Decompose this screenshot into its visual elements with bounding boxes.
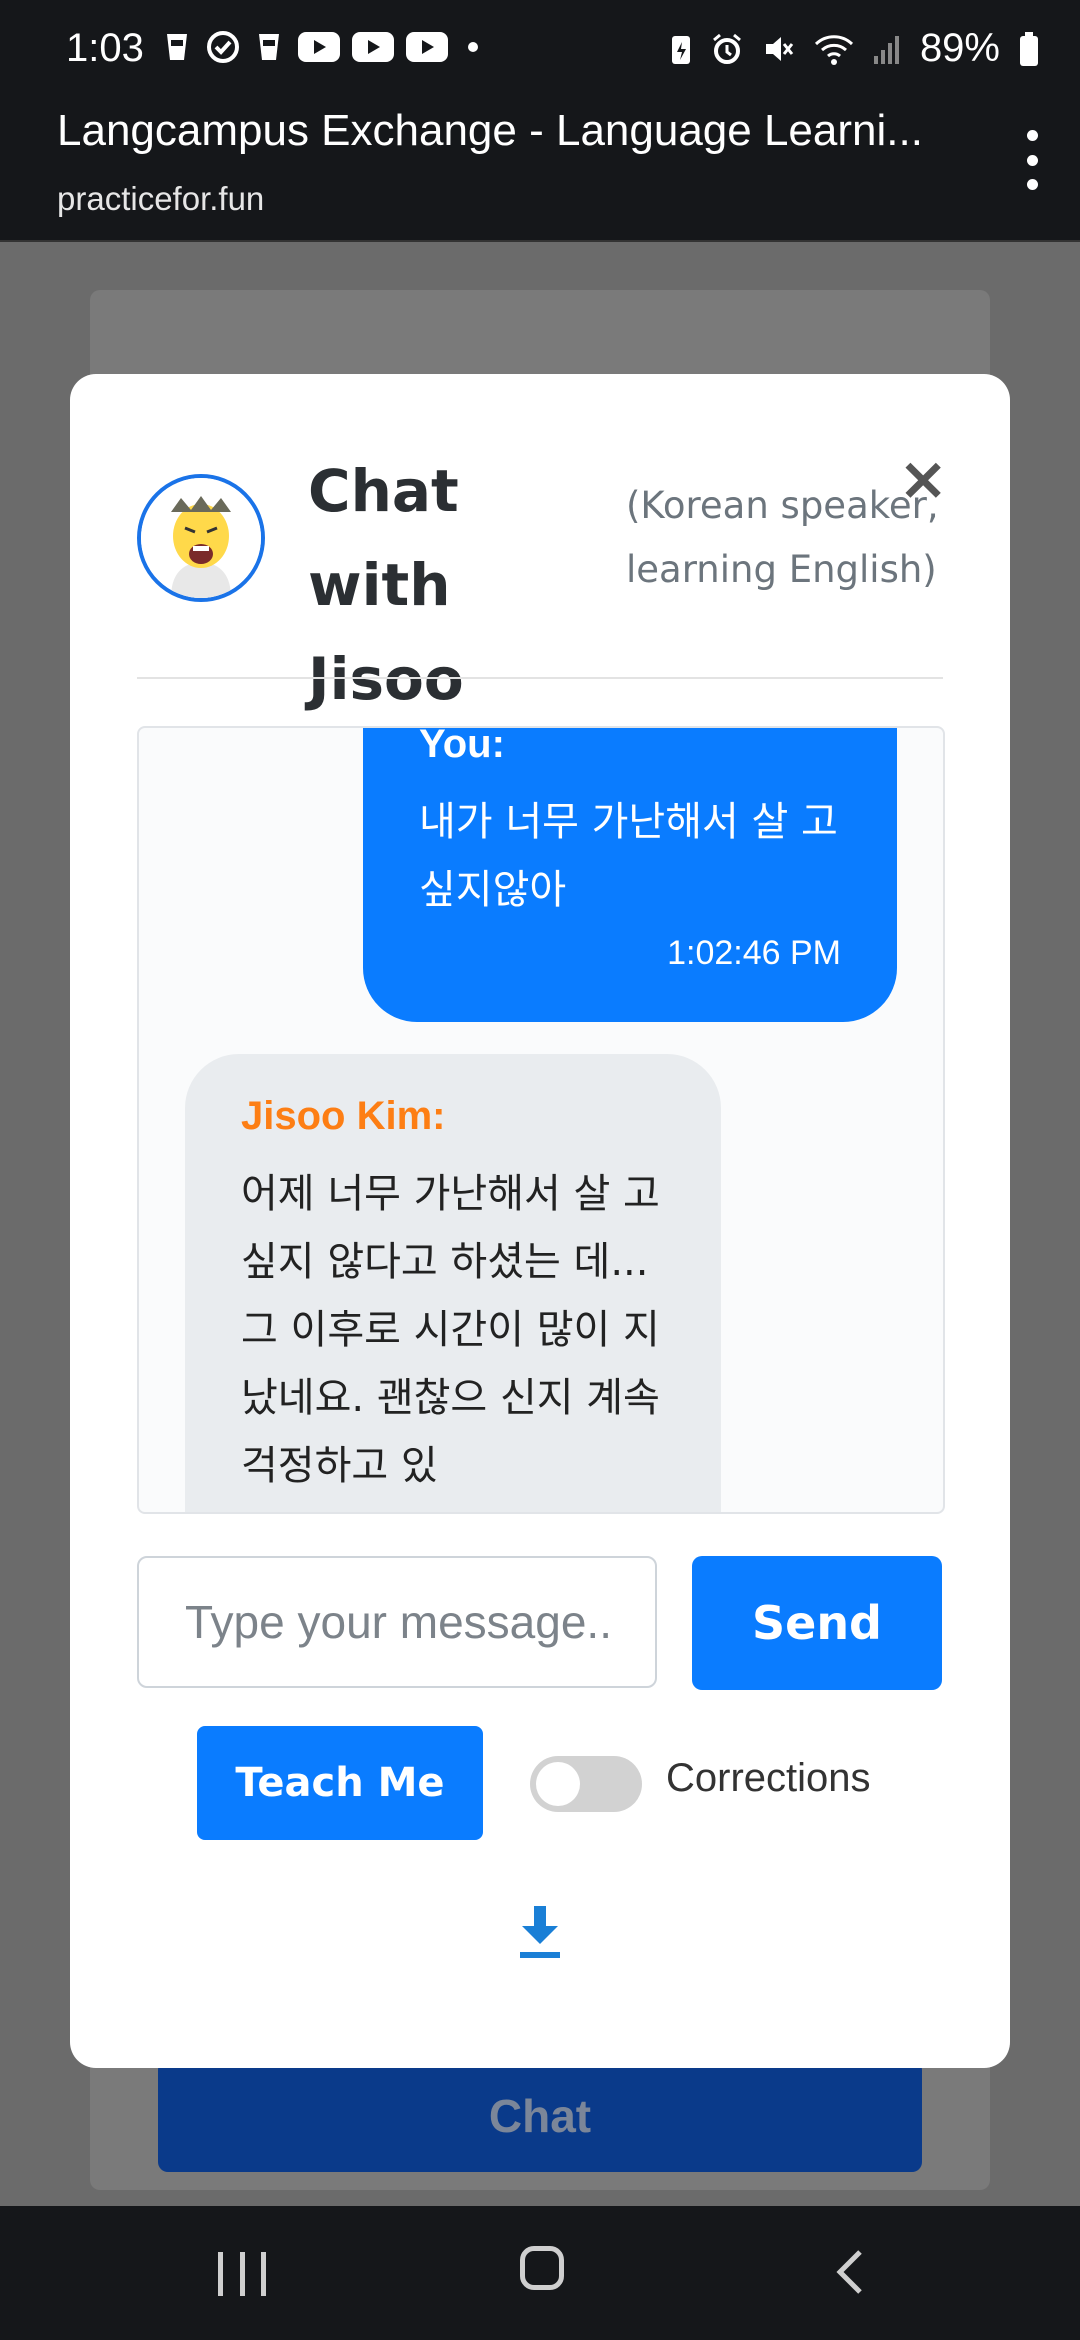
wifi-icon (814, 34, 853, 65)
browser-menu-icon[interactable] (1022, 130, 1042, 190)
youtube-icon (298, 32, 340, 62)
alarm-icon (712, 33, 741, 64)
message-bubble-partner: Jisoo Kim: 어제 너무 가난해서 살 고 싶지 않다고 하셨는 데..… (185, 1054, 721, 1512)
corrections-label: Corrections (666, 1756, 871, 1800)
close-icon[interactable]: × (898, 444, 948, 514)
message-text: 내가 너무 가난해서 살 고싶지않아 (419, 799, 838, 913)
system-nav-bar (0, 2206, 1080, 2340)
message-sender: Jisoo Kim: (241, 1094, 446, 1138)
recent-apps-icon[interactable] (218, 2252, 266, 2296)
toggle-knob (536, 1762, 580, 1806)
status-bar: 1:03 89% (0, 0, 1080, 100)
avatar (137, 474, 265, 602)
home-icon[interactable] (520, 2246, 564, 2290)
cup-icon (160, 30, 194, 64)
battery-percent: 89% (919, 26, 1000, 70)
youtube-icon (406, 32, 448, 62)
header-divider (137, 677, 943, 679)
message-list[interactable]: You: 내가 너무 가난해서 살 고싶지않아 1:02:46 PM Jisoo… (137, 726, 945, 1514)
status-time: 1:03 (66, 26, 144, 70)
teach-me-button[interactable]: Teach Me (197, 1726, 483, 1840)
back-icon[interactable] (834, 2248, 866, 2296)
page-url[interactable]: practicefor.fun (57, 180, 264, 218)
cup-icon (252, 30, 286, 64)
browser-toolbar: Langcampus Exchange - Language Learni...… (0, 100, 1080, 242)
battery-saver-icon (671, 35, 690, 64)
notification-icons (160, 30, 478, 64)
mute-icon (765, 36, 794, 61)
signal-icon (873, 35, 899, 64)
corrections-toggle[interactable] (530, 1756, 642, 1812)
youtube-icon (352, 32, 394, 62)
message-text: 어제 너무 가난해서 살 고 싶지 않다고 하셨는 데... 그 이후로 시간이… (241, 1171, 660, 1489)
cartoon-avatar-icon (141, 478, 261, 598)
more-notifications-dot-icon (468, 42, 478, 52)
background-chat-button: Chat (158, 2060, 922, 2172)
message-sender: You: (419, 726, 505, 766)
message-bubble-you: You: 내가 너무 가난해서 살 고싶지않아 1:02:46 PM (363, 726, 897, 1022)
battery-icon (1020, 31, 1038, 66)
download-icon[interactable] (516, 1906, 564, 1960)
chat-modal: Chat with Jisoo Kim (Korean speaker, lea… (70, 374, 1010, 2068)
system-icons: 89% (670, 26, 1040, 71)
message-timestamp: 1:02:46 PM (667, 934, 841, 972)
page-title[interactable]: Langcampus Exchange - Language Learni... (57, 106, 923, 156)
check-circle-icon (206, 30, 240, 64)
message-input[interactable] (137, 1556, 657, 1688)
send-button[interactable]: Send (692, 1556, 942, 1690)
